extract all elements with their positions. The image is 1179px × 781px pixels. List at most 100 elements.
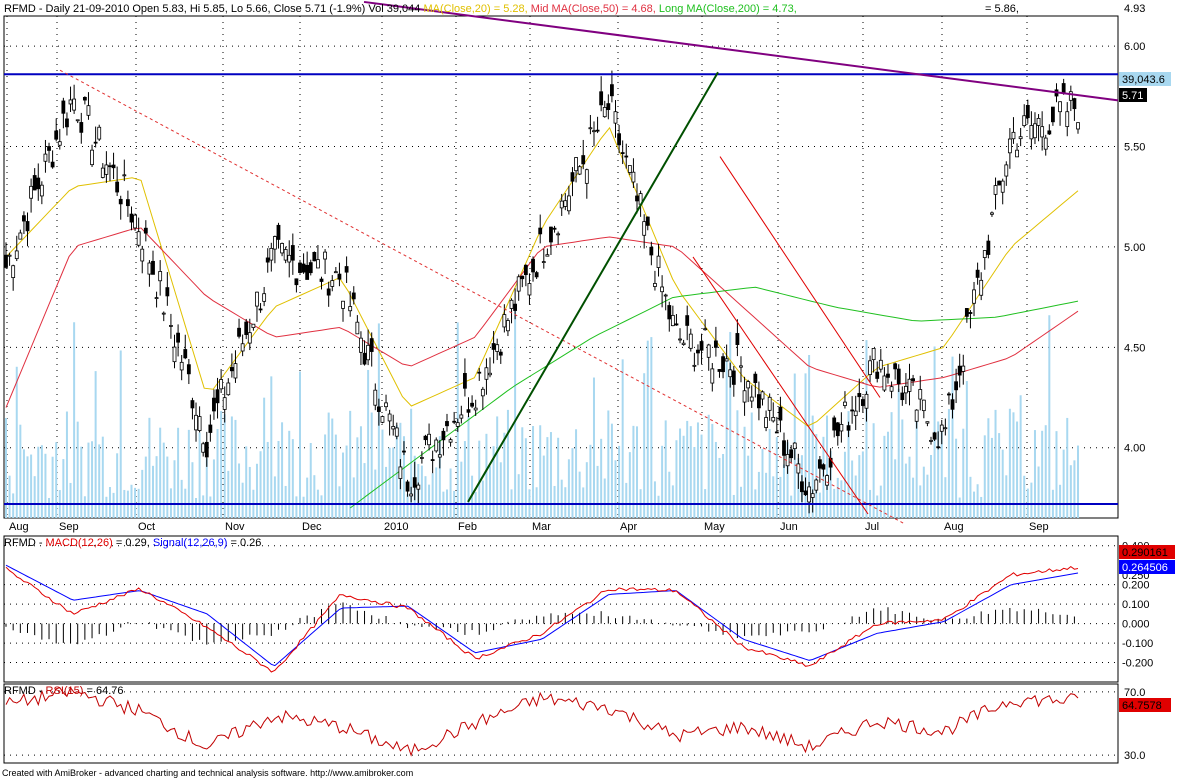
candle-body [75,119,80,122]
volume-bar [682,435,685,518]
volume-bar [600,438,603,518]
candle-body [477,371,482,374]
volume-bar [1030,482,1033,518]
candle-body [333,271,338,274]
volume-bar [388,447,391,518]
volume-bar [460,461,463,518]
candle-body [735,333,740,345]
volume-bar [725,355,728,518]
volume-bar [646,340,649,518]
volume-bar [908,456,911,518]
volume-bar [739,486,742,518]
month-label: Apr [620,521,637,533]
volume-bar [80,446,83,518]
volume-bar [804,373,807,518]
month-label: 2010 [384,521,408,533]
candle-body [455,422,460,427]
candle-body [538,227,543,235]
volume-bar [618,445,621,518]
candle-body [61,100,66,114]
volume-bar [976,484,979,518]
candle-body [319,278,324,282]
candle-body [18,232,23,240]
candle-body [602,107,607,118]
candle-body [552,227,557,230]
rsi-prefix: RFMD - [4,685,46,697]
candle-body [843,401,847,406]
macd-label: MACD(12,26) [46,537,113,549]
volume-bar [560,479,563,518]
volume-bar [718,457,721,518]
volume-bar [700,434,703,518]
volume-bar [485,433,488,518]
candle-body [229,367,234,372]
volume-bar [722,454,725,518]
candle-body [219,379,224,390]
volume-bar [897,388,900,518]
candle-body [129,213,134,223]
candle-body [713,340,718,348]
candle-body [366,344,371,361]
volume-bar [144,456,147,518]
candle-body [642,221,647,236]
candle-body [240,343,245,352]
volume-bar [790,495,793,518]
candle-body [448,439,453,443]
price-tick-label: 5.00 [1124,242,1145,254]
candle-body [778,406,783,421]
volume-bar [836,477,839,518]
candle-body [308,262,313,274]
volume-bar [757,471,760,518]
candle-body [402,450,406,453]
volume-bar [1001,449,1004,518]
candle-body [104,164,109,175]
candle-body [610,84,614,97]
candle-body [645,216,650,226]
candle-body [430,459,435,461]
candle-body [169,325,173,327]
volume-bar [270,376,273,518]
candle-body [846,425,851,431]
volume-bar [73,322,76,518]
volume-bar [8,475,11,518]
candle-body [488,372,492,376]
header-extra-value: = 5.86, [985,3,1019,15]
candle-body [491,343,496,350]
volume-bar [1019,395,1022,518]
candle-body [807,486,812,503]
candle-body [47,146,51,151]
candle-body [900,392,905,401]
volume-bar [1037,466,1040,518]
candle-body [674,323,679,326]
candle-body [466,409,471,413]
header-symbol-line: RFMD - Daily 21-09-2010 Open 5.83, Hi 5.… [4,3,420,15]
candle-body [72,98,77,111]
candle-body [774,431,779,434]
candle-body [50,161,55,168]
rsi-label: RSI(15) [46,685,84,697]
chart-canvas[interactable]: 6.00 5.50 5.00 4.50 4.00 Aug Sep Oct Nov Dec 2010 F… [0,0,1179,781]
month-label: Sep [1029,521,1049,533]
candle-body [341,300,345,309]
candle-body [176,332,180,343]
close-badge-text: 5.71 [1122,90,1143,102]
volume-bar [926,474,929,518]
volume-bar [944,477,947,518]
candle-body [620,152,625,154]
volume-bar [324,434,327,518]
volume-bar [83,496,86,518]
header-ma200: Long MA(Close,200) = 4.73, [656,3,797,15]
volume-bar [571,448,574,518]
candle-body [355,321,360,335]
purple-trendline [363,0,1119,102]
ma50-line [5,227,1079,408]
candle-body [696,349,700,354]
signal-line [5,564,1079,667]
volume-bar [886,431,889,518]
macd-badge-text: 0.290161 [1122,547,1168,559]
volume-bar [298,371,301,518]
candle-body [1076,122,1080,130]
candle-body [416,484,421,490]
volume-bar [643,373,646,518]
price-panel-frame [3,15,1119,519]
